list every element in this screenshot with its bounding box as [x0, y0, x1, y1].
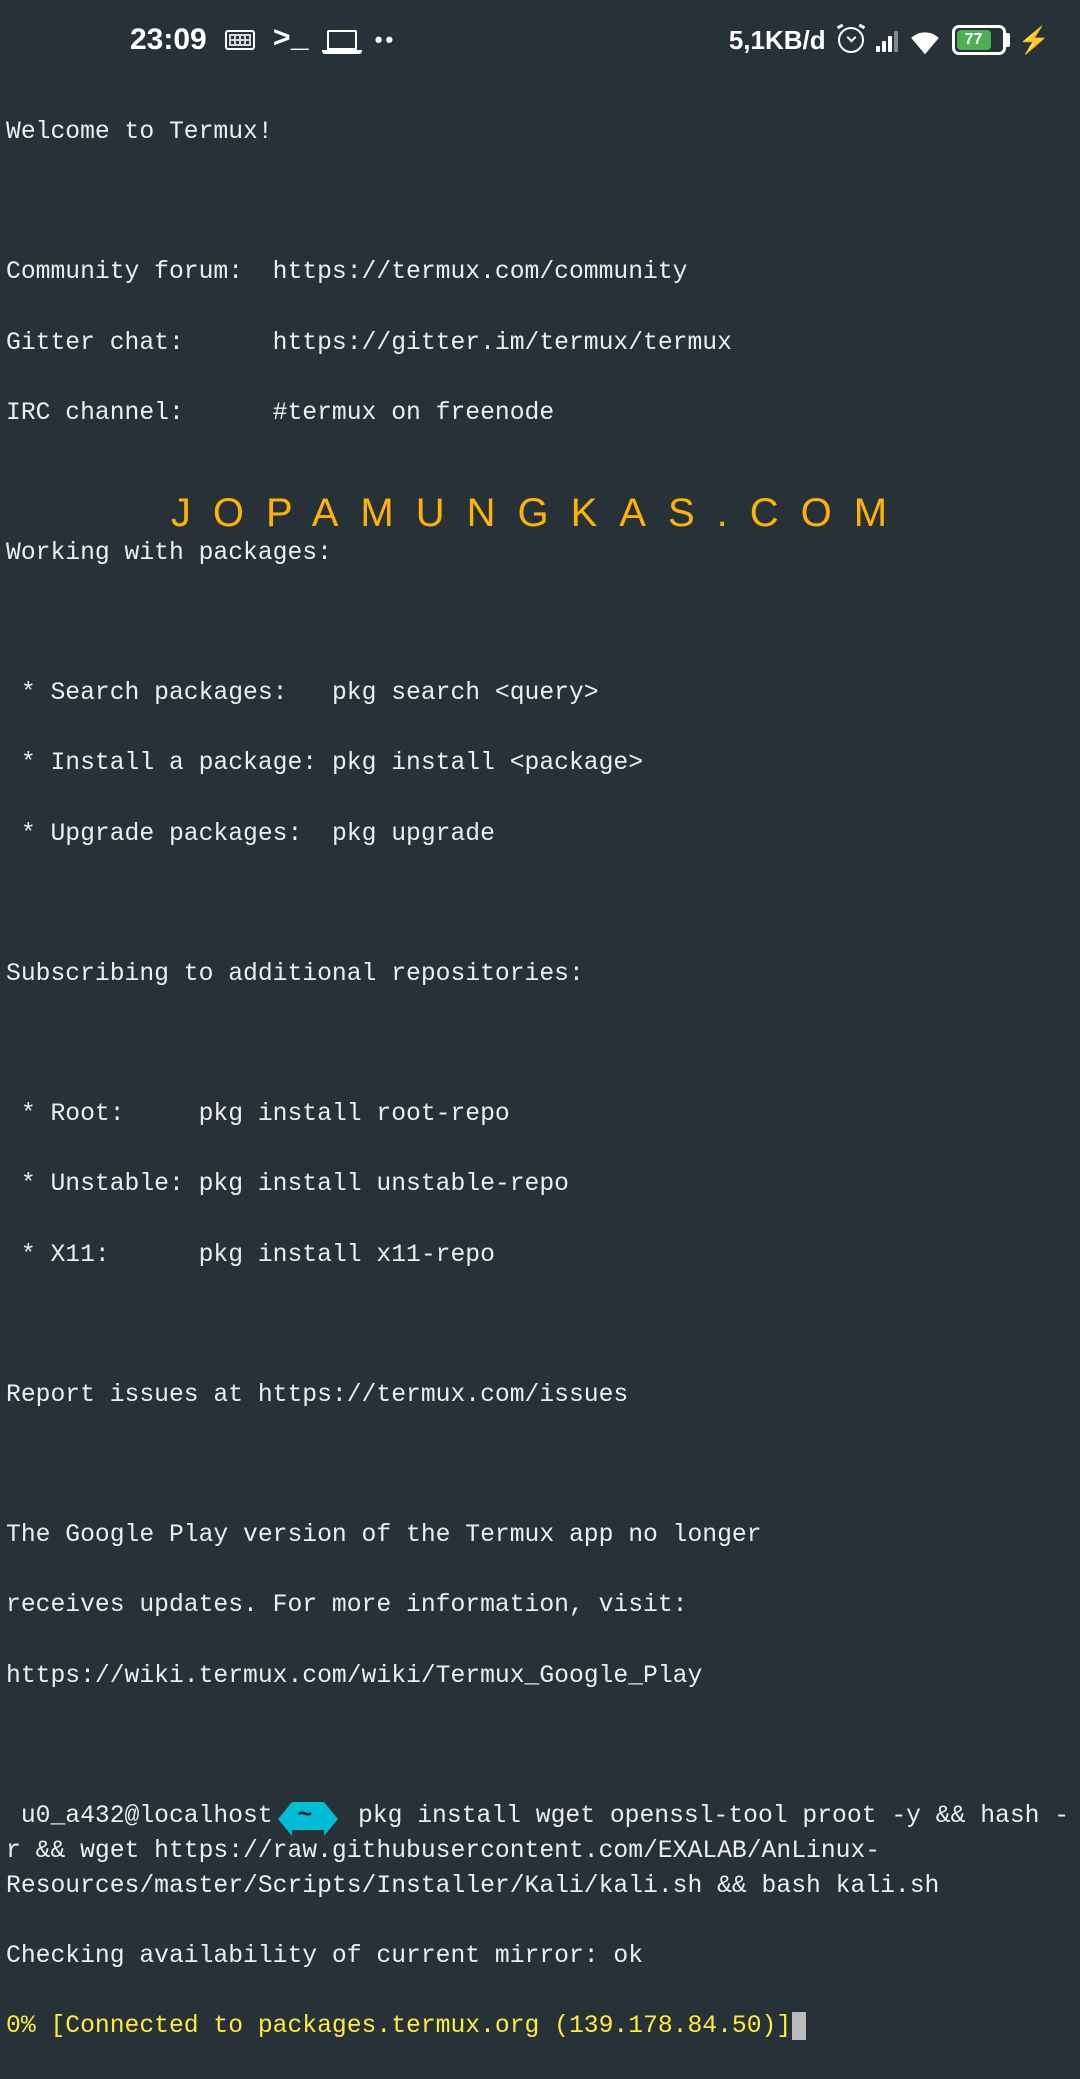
blank-line [6, 887, 1074, 922]
alarm-icon [838, 27, 864, 53]
blank-line [6, 466, 1074, 501]
motd-deprecation-2: receives updates. For more information, … [6, 1588, 1074, 1623]
motd-repo-root: * Root: pkg install root-repo [6, 1097, 1074, 1132]
status-right: 5,1KB/d 77 ⚡ [729, 22, 1050, 59]
terminal-prompt-icon: >_ [273, 19, 309, 62]
motd-welcome: Welcome to Termux! [6, 115, 1074, 150]
motd-pkg-install: * Install a package: pkg install <packag… [6, 746, 1074, 781]
output-progress: 0% [Connected to packages.termux.org (13… [6, 2009, 1074, 2044]
motd-repo-x11: * X11: pkg install x11-repo [6, 1238, 1074, 1273]
output-mirror-check: Checking availability of current mirror:… [6, 1939, 1074, 1974]
motd-issues: Report issues at https://termux.com/issu… [6, 1378, 1074, 1413]
blank-line [6, 1027, 1074, 1062]
motd-pkg-header: Working with packages: [6, 536, 1074, 571]
blank-line [6, 185, 1074, 220]
network-rate: 5,1KB/d [729, 22, 826, 59]
prompt-user-host: u0_a432@localhost [6, 1802, 273, 1830]
motd-pkg-upgrade: * Upgrade packages: pkg upgrade [6, 817, 1074, 852]
status-bar[interactable]: 23:09 >_ •• 5,1KB/d 77 ⚡ [0, 0, 1080, 80]
motd-deprecation-1: The Google Play version of the Termux ap… [6, 1518, 1074, 1553]
status-time: 23:09 [130, 19, 207, 62]
motd-pkg-search: * Search packages: pkg search <query> [6, 676, 1074, 711]
more-notifications-icon: •• [375, 24, 396, 55]
battery-fill: 77 [957, 30, 991, 50]
blank-line [6, 1308, 1074, 1343]
cursor-icon [792, 2012, 806, 2040]
charging-bolt-icon: ⚡ [1018, 22, 1050, 59]
motd-irc: IRC channel: #termux on freenode [6, 396, 1074, 431]
motd-gitter: Gitter chat: https://gitter.im/termux/te… [6, 326, 1074, 361]
blank-line [6, 606, 1074, 641]
wifi-icon [910, 28, 940, 52]
blank-line [6, 1729, 1074, 1764]
keyboard-icon [225, 30, 255, 50]
battery-icon: 77 [952, 25, 1006, 55]
prompt-dir-badge: ~ [292, 1802, 325, 1830]
status-left: 23:09 >_ •• [130, 19, 396, 62]
laptop-icon [327, 30, 357, 50]
motd-repo-unstable: * Unstable: pkg install unstable-repo [6, 1167, 1074, 1202]
prompt-line[interactable]: u0_a432@localhost ~ pkg install wget ope… [6, 1799, 1074, 1904]
progress-text: 0% [Connected to packages.termux.org (13… [6, 2012, 791, 2040]
motd-forum: Community forum: https://termux.com/comm… [6, 255, 1074, 290]
blank-line [6, 1448, 1074, 1483]
motd-deprecation-3: https://wiki.termux.com/wiki/Termux_Goog… [6, 1659, 1074, 1694]
motd-repo-header: Subscribing to additional repositories: [6, 957, 1074, 992]
cellular-signal-icon [876, 28, 898, 52]
